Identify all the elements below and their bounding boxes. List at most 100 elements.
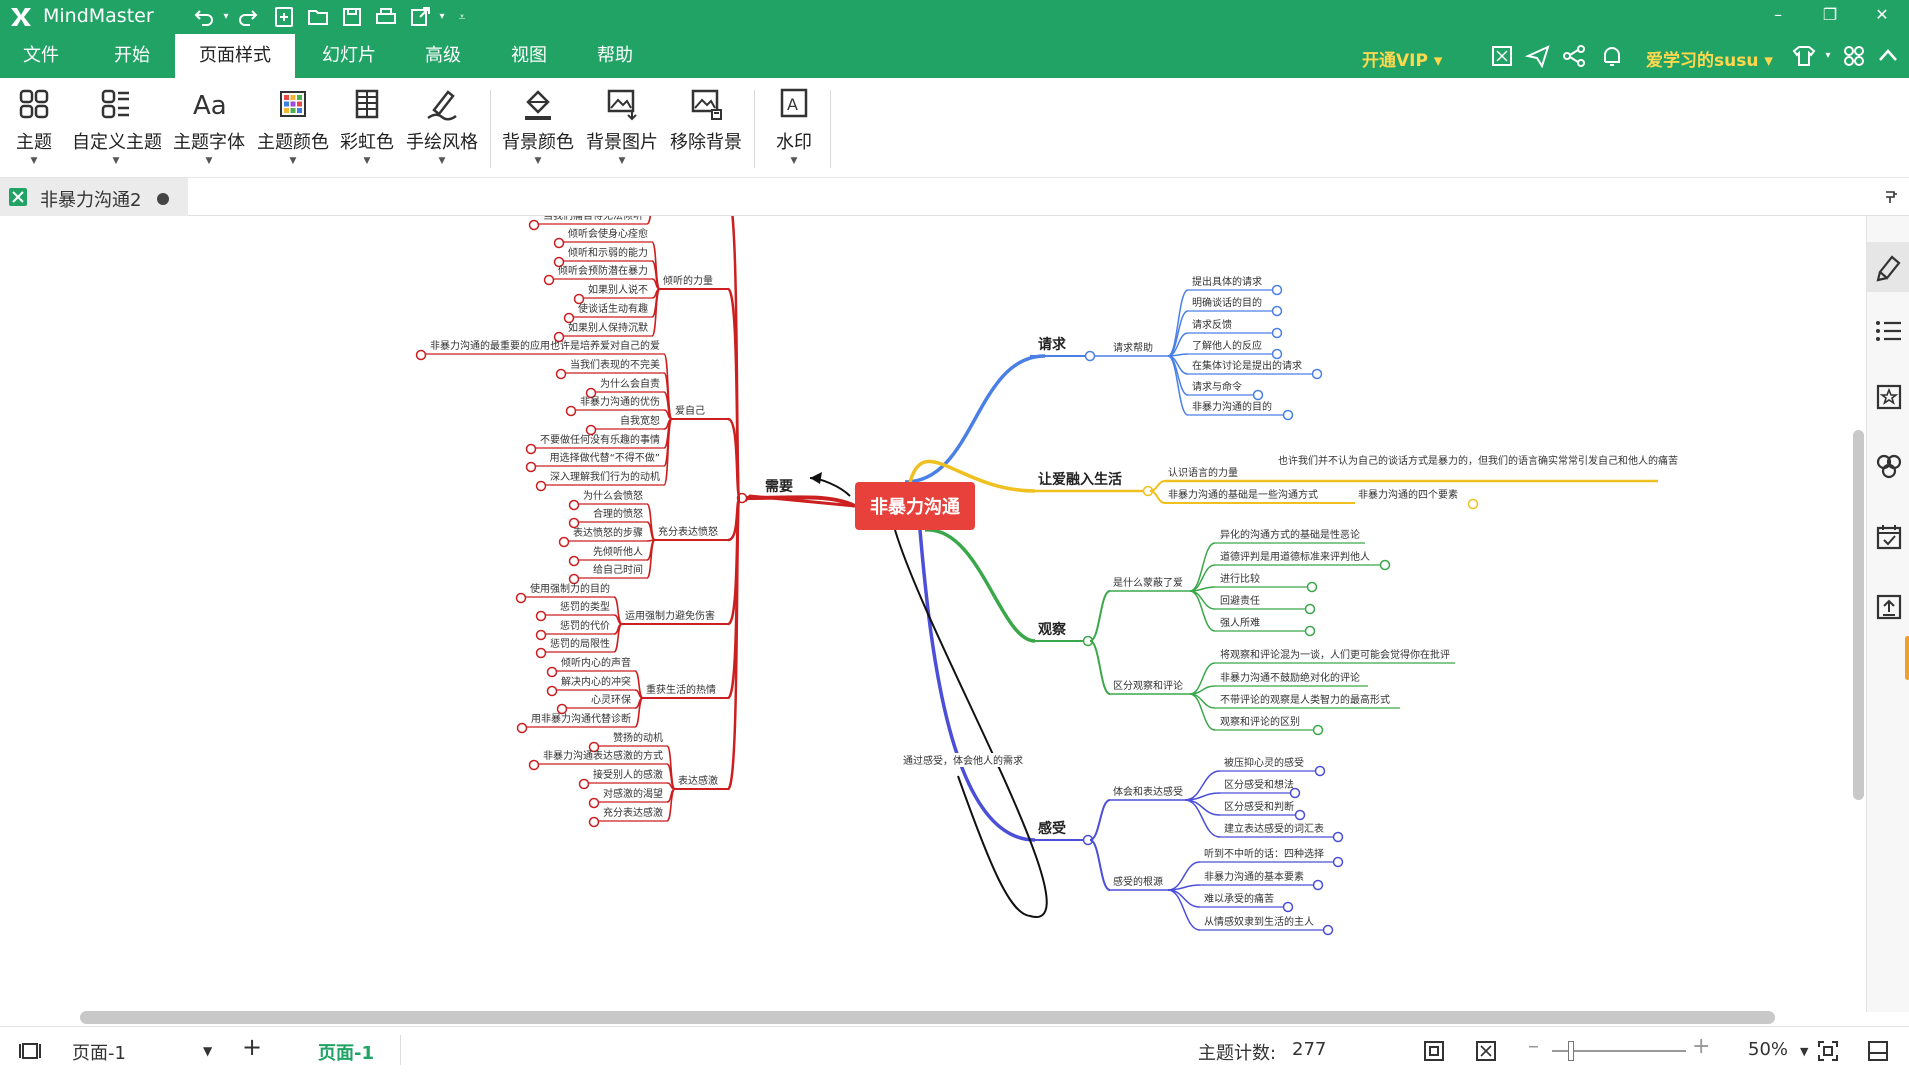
remove-background-button[interactable]: 移除背景	[668, 84, 744, 174]
close-button[interactable]: ✕	[1862, 2, 1902, 28]
tab-advanced[interactable]: 高级	[400, 34, 486, 78]
need-leaf-topic[interactable]: 倾听和示弱的能力	[568, 246, 648, 259]
leaf-topic[interactable]: 明确谈话的目的	[1192, 296, 1262, 309]
unsaved-dot-icon[interactable]	[157, 193, 169, 205]
need-leaf-topic[interactable]: 使用强制力的目的	[530, 582, 610, 595]
print-icon[interactable]	[374, 5, 398, 29]
leaf-collapse-toggle[interactable]	[1306, 581, 1318, 593]
leaf-collapse-toggle[interactable]	[1289, 787, 1301, 799]
need-leaf-topic[interactable]: 自我宽恕	[620, 414, 660, 427]
leaf-collapse-toggle[interactable]	[1271, 327, 1283, 339]
need-leaf-topic[interactable]: 用选择做代替“不得不做”	[550, 451, 660, 464]
background-color-button[interactable]: 背景颜色 ▼	[500, 84, 576, 174]
need-leaf-collapse-toggle[interactable]	[535, 610, 547, 622]
export-upload-icon[interactable]	[1874, 592, 1904, 622]
new-file-icon[interactable]	[272, 5, 296, 29]
need-leaf-topic[interactable]: 心灵环保	[591, 693, 631, 706]
leaf-topic[interactable]: 难以承受的痛苦	[1204, 892, 1274, 905]
rainbow-button[interactable]: 彩虹色 ▼	[338, 84, 396, 174]
need-group-topic[interactable]: 运用强制力避免伤害	[625, 609, 715, 622]
topic-love[interactable]: 让爱融入生活	[1038, 471, 1122, 488]
leaf-collapse-toggle[interactable]	[1271, 348, 1283, 360]
theme-font-button[interactable]: Aa 主题字体 ▼	[172, 84, 246, 174]
love-note-collapse-toggle[interactable]	[1467, 498, 1479, 510]
need-group-topic[interactable]: 充分表达愤怒	[658, 525, 718, 538]
subtopic-language-power[interactable]: 认识语言的力量	[1168, 466, 1238, 479]
save-icon[interactable]	[340, 5, 364, 29]
leaf-collapse-toggle[interactable]	[1282, 901, 1294, 913]
skin-dropdown-icon[interactable]: ▾	[1816, 44, 1840, 68]
hand-drawn-button[interactable]: 手绘风格 ▼	[404, 84, 480, 174]
leaf-topic[interactable]: 区分感受和想法	[1224, 778, 1294, 791]
need-leaf-topic[interactable]: 深入理解我们行为的动机	[550, 470, 660, 483]
leaf-topic[interactable]: 了解他人的反应	[1192, 339, 1262, 352]
need-leaf-collapse-toggle[interactable]	[588, 816, 600, 828]
background-image-button[interactable]: 背景图片 ▼	[584, 84, 660, 174]
leaf-topic[interactable]: 从情感奴隶到生活的主人	[1204, 915, 1314, 928]
leaf-collapse-toggle[interactable]	[1322, 924, 1334, 936]
need-leaf-collapse-toggle[interactable]	[535, 647, 547, 659]
need-leaf-topic[interactable]: 倾听会使身心痊愈	[568, 227, 648, 240]
need-leaf-topic[interactable]: 对感激的渴望	[603, 787, 663, 800]
need-leaf-topic[interactable]: 当我们表现的不完美	[570, 358, 660, 371]
need-leaf-collapse-toggle[interactable]	[585, 424, 597, 436]
need-leaf-topic[interactable]: 用非暴力沟通代替诊断	[531, 712, 631, 725]
need-leaf-collapse-toggle[interactable]	[568, 573, 580, 585]
need-leaf-topic[interactable]: 给自己时间	[593, 563, 643, 576]
need-leaf-collapse-toggle[interactable]	[588, 797, 600, 809]
subtopic-express-feelings[interactable]: 体会和表达感受	[1113, 785, 1183, 798]
subtopic-feeling-roots[interactable]: 感受的根源	[1113, 875, 1163, 888]
need-leaf-topic[interactable]: 充分表达感激	[603, 806, 663, 819]
apps-grid-icon[interactable]	[1840, 42, 1868, 70]
need-leaf-topic[interactable]: 解决内心的冲突	[561, 675, 631, 688]
leaf-topic[interactable]: 非暴力沟通不鼓励绝对化的评论	[1220, 671, 1360, 684]
custom-theme-button[interactable]: 自定义主题 ▼	[72, 84, 162, 174]
outline-list-icon[interactable]	[1874, 316, 1904, 346]
leaf-topic[interactable]: 道德评判是用道德标准来评判他人	[1220, 550, 1370, 563]
subtopic-distinguish[interactable]: 区分观察和评论	[1113, 679, 1183, 692]
leaf-collapse-toggle[interactable]	[1294, 809, 1306, 821]
subtopic-foundation[interactable]: 非暴力沟通的基础是一些沟通方式	[1168, 488, 1318, 501]
need-leaf-topic[interactable]: 倾听会预防潜在暴力	[558, 264, 648, 277]
zoom-dropdown-icon[interactable]: ▼	[1800, 1045, 1808, 1058]
shirt-icon[interactable]	[1790, 42, 1818, 70]
theme-button[interactable]: 主题 ▼	[8, 84, 60, 174]
need-leaf-topic[interactable]: 使谈话生动有趣	[578, 302, 648, 315]
leaf-topic[interactable]: 区分感受和判断	[1224, 800, 1294, 813]
format-brush-icon[interactable]	[1874, 252, 1904, 282]
need-leaf-collapse-toggle[interactable]	[568, 499, 580, 511]
leaf-topic[interactable]: 将观察和评论混为一谈，人们更可能会觉得你在批评	[1220, 648, 1450, 661]
leaf-topic[interactable]: 在集体讨论是提出的请求	[1192, 359, 1302, 372]
root-topic-label[interactable]: 非暴力沟通	[870, 496, 960, 518]
horizontal-scrollbar[interactable]	[80, 1011, 1775, 1024]
leaf-topic[interactable]: 异化的沟通方式的基础是性恶论	[1220, 528, 1360, 541]
collapse-ribbon-icon[interactable]	[1874, 42, 1902, 70]
theme-color-button[interactable]: 主题颜色 ▼	[256, 84, 330, 174]
minimize-button[interactable]: –	[1758, 2, 1798, 28]
need-leaf-collapse-toggle[interactable]	[525, 443, 537, 455]
relationship-label[interactable]: 通过感受，体会他人的需求	[903, 754, 1023, 767]
leaf-topic[interactable]: 听到不中听的话：四种选择	[1204, 847, 1324, 860]
request-collapse-toggle[interactable]	[1084, 350, 1096, 362]
leaf-topic[interactable]: 回避责任	[1220, 594, 1260, 607]
fullscreen-icon[interactable]	[1488, 42, 1516, 70]
topic-need[interactable]: 需要	[765, 478, 793, 495]
mark-icon[interactable]	[1874, 452, 1904, 482]
mindmap-canvas[interactable]: 请求 请求帮助 提出具体的请求 明确谈话的目的 请求反馈 了解他人的反应 在集体讨论是提出的…	[0, 216, 1866, 1012]
user-account-button[interactable]: 爱学习的susu ▾	[1646, 46, 1773, 71]
need-leaf-collapse-toggle[interactable]	[556, 703, 568, 715]
leaf-collapse-toggle[interactable]	[1271, 284, 1283, 296]
need-group-topic[interactable]: 重获生活的热情	[646, 683, 716, 696]
need-leaf-collapse-toggle[interactable]	[415, 349, 427, 361]
leaf-collapse-toggle[interactable]	[1252, 389, 1264, 401]
tab-file[interactable]: 文件	[0, 34, 82, 78]
leaf-topic[interactable]: 不带评论的观察是人类智力的最高形式	[1220, 693, 1390, 706]
need-leaf-collapse-toggle[interactable]	[578, 778, 590, 790]
leaf-collapse-toggle[interactable]	[1332, 831, 1344, 843]
document-tab[interactable]: 非暴力沟通2	[0, 178, 188, 216]
need-leaf-collapse-toggle[interactable]	[528, 759, 540, 771]
need-leaf-collapse-toggle[interactable]	[568, 517, 580, 529]
need-leaf-topic[interactable]: 为什么会自责	[600, 377, 660, 390]
leaf-collapse-toggle[interactable]	[1282, 409, 1294, 421]
leaf-topic[interactable]: 进行比较	[1220, 572, 1260, 585]
